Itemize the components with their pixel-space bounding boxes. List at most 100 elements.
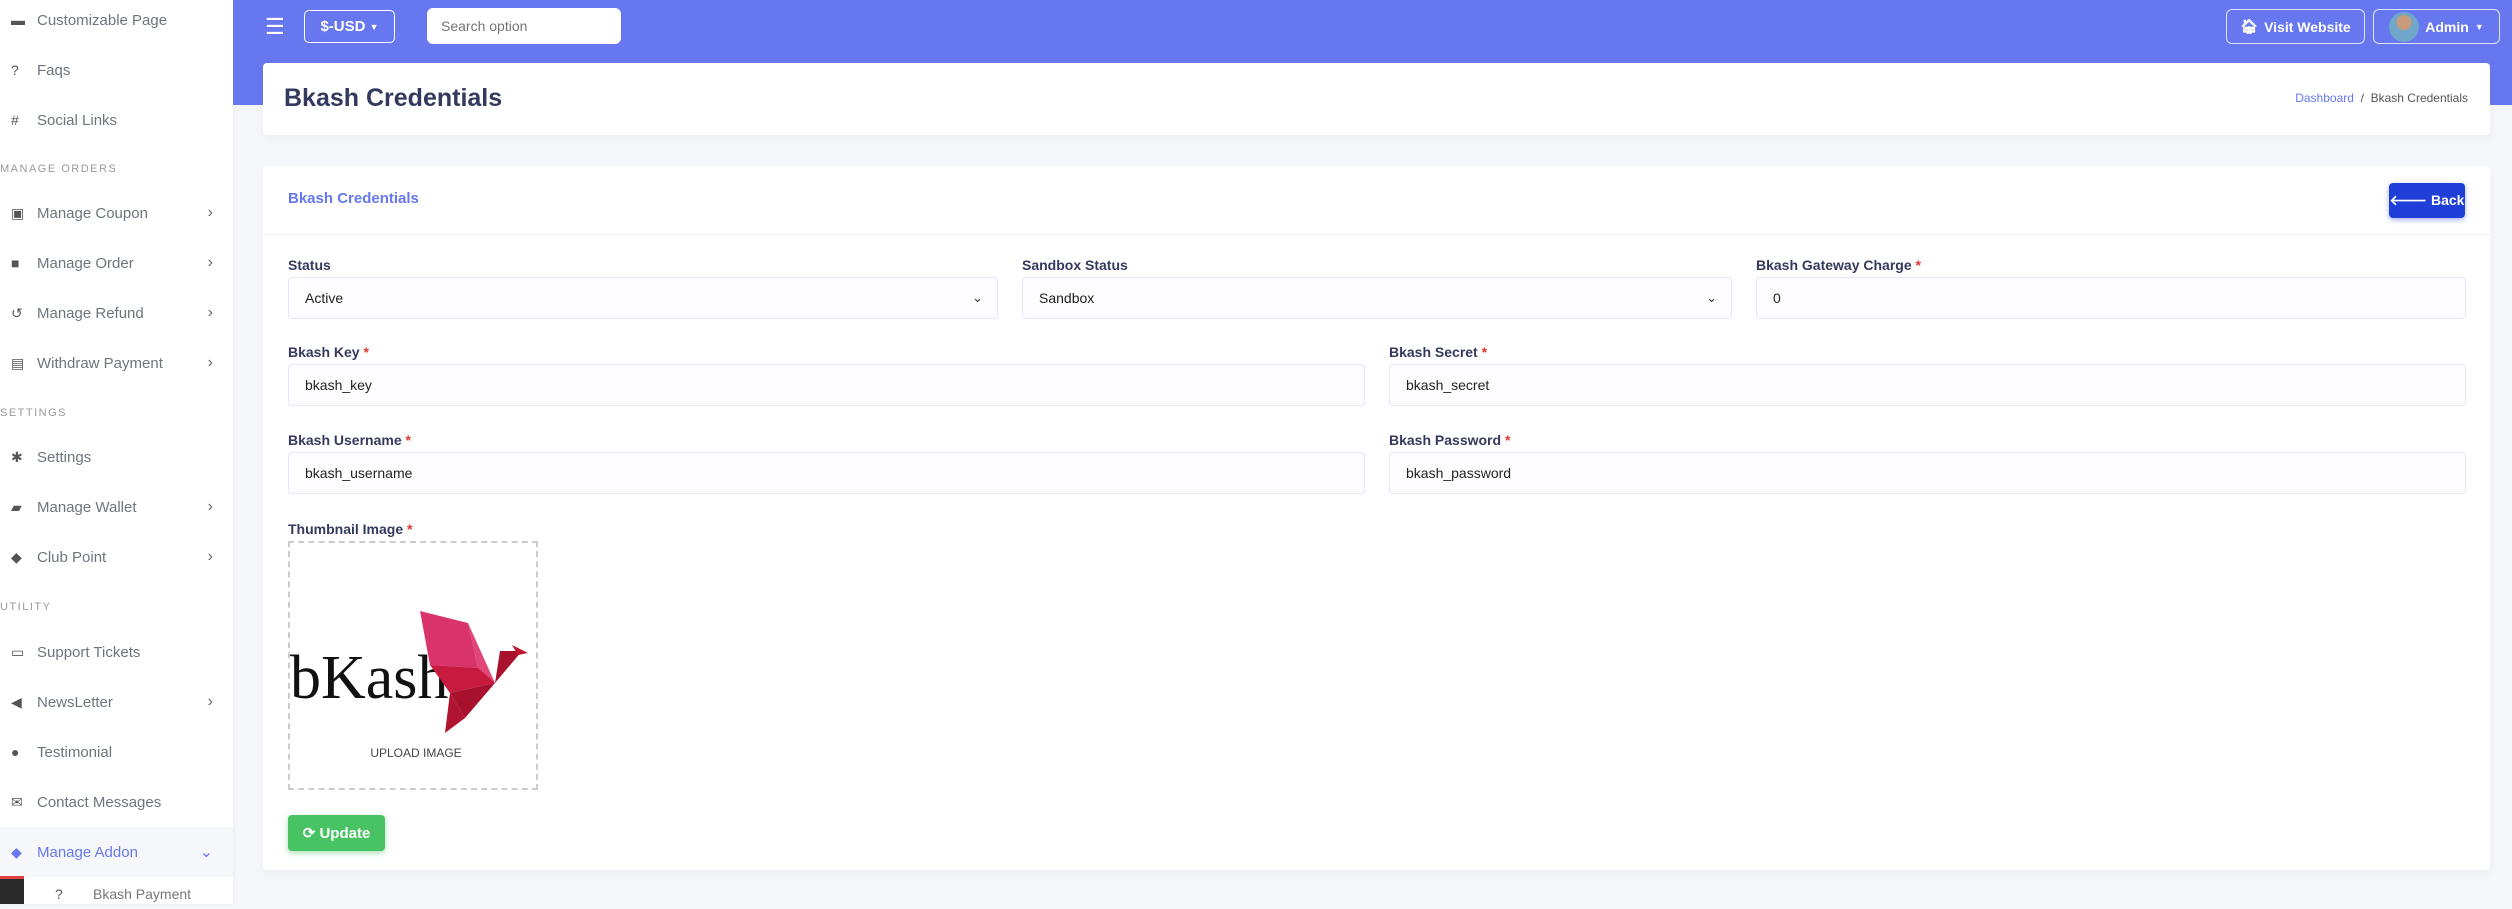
required-mark: *	[405, 432, 411, 448]
sidebar-item-label: Manage Coupon	[37, 204, 148, 222]
sidebar: ▬ Customizable Page? Faqs # Social Links ▣ Man…	[0, 0, 233, 904]
secret-label: Bkash Secret *	[1389, 344, 1487, 360]
charge-input[interactable]: 0	[1756, 277, 2466, 319]
currency-dropdown[interactable]: $-USD ▼	[304, 10, 395, 43]
chevron-down-icon: ⌄	[972, 290, 983, 305]
caret-down-icon: ▼	[2474, 21, 2484, 32]
logo-icon	[0, 876, 24, 904]
sandbox-label: Sandbox Status	[1022, 257, 1128, 273]
password-input[interactable]: bkash_password	[1389, 452, 2466, 494]
sidebar-item-withdraw-payment[interactable]: ▤ Withdraw Payment ›	[0, 338, 233, 388]
secret-input[interactable]: bkash_secret	[1389, 364, 2466, 406]
label-text: Bkash Secret	[1389, 344, 1478, 360]
sidebar-item-manage-refund[interactable]: ↺ Manage Refund ›	[0, 288, 233, 338]
sidebar-icon: ▬	[11, 12, 25, 28]
sidebar-section-header: UTILITY	[0, 601, 52, 613]
required-mark: *	[1481, 344, 1488, 360]
sidebar-item-label: Withdraw Payment	[37, 354, 163, 372]
username-label: Bkash Username *	[288, 432, 411, 448]
sidebar-icon: ▰	[11, 498, 22, 515]
password-label: Bkash Password *	[1389, 432, 1510, 448]
sidebar-icon: ▤	[11, 354, 25, 371]
sidebar-section-header: MANAGE ORDERS	[0, 163, 118, 175]
chevron-right-icon: ›	[207, 254, 213, 271]
sidebar-icon: ✱	[11, 448, 23, 465]
label-text: Thumbnail Image	[288, 521, 404, 537]
breadcrumb: Dashboard / Bkash Credentials	[2295, 91, 2468, 105]
sidebar-icon: ?	[11, 62, 19, 78]
update-button[interactable]: ⟳ Update	[288, 815, 385, 851]
sidebar-item-contact-messages[interactable]: ✉ Contact Messages	[0, 777, 233, 827]
sidebar-item-newsletter[interactable]: ◀ NewsLetter ›	[0, 677, 233, 727]
user-menu[interactable]: Admin ▼	[2373, 9, 2500, 44]
sidebar-item-manage-order[interactable]: ■ Manage Order ›	[0, 238, 233, 288]
chevron-right-icon: ›	[207, 354, 213, 371]
sidebar-item-support-tickets[interactable]: ▭ Support Tickets	[0, 627, 233, 677]
sidebar-section-header: SETTINGS	[0, 407, 68, 419]
sidebar-item-label: Manage Wallet	[37, 498, 137, 516]
home-icon: 🏠︎	[2240, 18, 2259, 34]
page-title: Bkash Credentials	[284, 84, 503, 112]
sidebar-item-label: Customizable Page	[37, 11, 168, 29]
label-text: Sandbox Status	[1022, 257, 1128, 273]
breadcrumb-dashboard[interactable]: Dashboard	[2295, 91, 2354, 105]
sidebar-subitem-bkash-payment[interactable]: ? Bkash Payment	[0, 879, 233, 909]
page-header	[263, 63, 2490, 135]
back-button[interactable]: 🡐 Back	[2389, 183, 2465, 218]
sidebar-item-label: Contact Messages	[37, 793, 162, 811]
sidebar-item-club-point[interactable]: ◆ Club Point ›	[0, 532, 233, 582]
required-mark: *	[1504, 432, 1511, 448]
sidebar-icon: ▭	[11, 643, 25, 660]
label-text: Status	[288, 257, 331, 273]
sidebar-icon: ●	[11, 744, 20, 760]
visit-website-button[interactable]: 🏠︎ Visit Website	[2226, 9, 2365, 44]
field-value: 0	[1773, 290, 1781, 306]
sidebar-item-label: Social Links	[37, 111, 118, 129]
label-text: Bkash Password	[1389, 432, 1502, 448]
upload-image-button[interactable]: UPLOAD IMAGE	[336, 733, 496, 773]
sidebar-item-faqs[interactable]: ? Faqs	[0, 45, 233, 95]
avatar	[2389, 11, 2420, 42]
sidebar-icon: ◀	[11, 693, 22, 710]
sandbox-select[interactable]: Sandbox ⌄	[1022, 277, 1732, 319]
sidebar-item-customizable-page[interactable]: ▬ Customizable Page	[0, 0, 233, 45]
chevron-right-icon: ›	[207, 304, 213, 321]
sidebar-item-label: Testimonial	[37, 743, 113, 761]
sidebar-item-manage-coupon[interactable]: ▣ Manage Coupon ›	[0, 188, 233, 238]
field-value: bkash_username	[305, 465, 413, 481]
refresh-icon: ⟳	[302, 825, 316, 842]
chevron-down-icon: ⌄	[199, 844, 213, 861]
sidebar-item-label: Manage Addon	[37, 843, 138, 861]
card-title: Bkash Credentials	[288, 190, 419, 207]
menu-toggle-icon[interactable]: ☰	[265, 14, 285, 40]
field-value: Active	[305, 290, 344, 306]
search-input[interactable]	[427, 8, 621, 44]
sidebar-item-settings[interactable]: ✱ Settings	[0, 432, 233, 482]
back-label: Back	[2430, 192, 2465, 208]
sidebar-item-manage-wallet[interactable]: ▰ Manage Wallet ›	[0, 482, 233, 532]
label-text: Bkash Gateway Charge	[1756, 257, 1912, 273]
sidebar-subitem-label: Bkash Payment	[93, 886, 192, 902]
required-mark: *	[363, 344, 369, 360]
status-select[interactable]: Active ⌄	[288, 277, 998, 319]
sidebar-item-label: NewsLetter	[37, 693, 113, 711]
sidebar-item-social-links[interactable]: # Social Links	[0, 95, 233, 145]
sidebar-item-testimonial[interactable]: ● Testimonial	[0, 727, 233, 777]
visit-website-label: Visit Website	[2264, 18, 2351, 35]
sidebar-icon: ◆	[11, 548, 22, 565]
update-label: Update	[319, 825, 371, 842]
chevron-right-icon: ›	[207, 204, 213, 221]
sidebar-item-manage-addon[interactable]: ◆ Manage Addon ⌄	[0, 827, 233, 877]
thumbnail-upload[interactable]: bKash UPLOAD IMAGE	[288, 541, 538, 790]
field-value: Sandbox	[1039, 290, 1095, 306]
key-input[interactable]: bkash_key	[288, 364, 1365, 406]
sidebar-icon: ◆	[11, 843, 22, 860]
required-mark: *	[1915, 257, 1921, 273]
divider	[263, 234, 2490, 235]
chevron-right-icon: ›	[207, 498, 213, 515]
svg-text:bKash: bKash	[290, 644, 448, 712]
required-mark: *	[407, 521, 413, 537]
username-input[interactable]: bkash_username	[288, 452, 1365, 494]
label-text: Bkash Key	[288, 344, 360, 360]
user-name: Admin	[2425, 18, 2469, 35]
